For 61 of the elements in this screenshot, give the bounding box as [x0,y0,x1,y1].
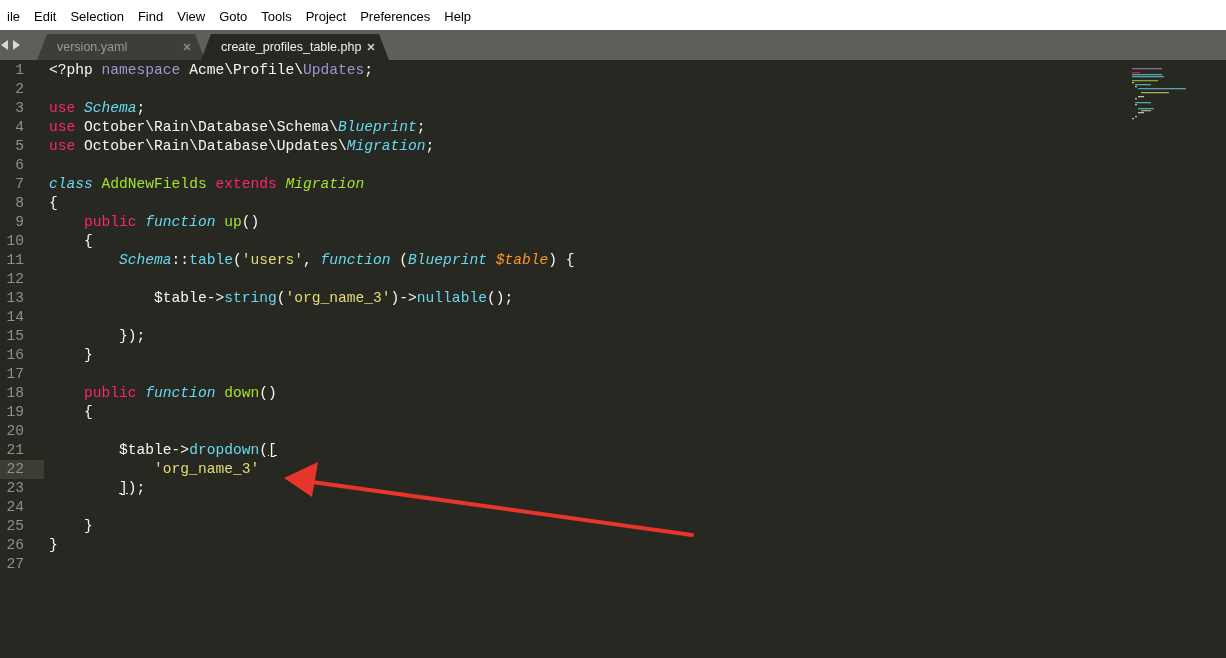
line-number: 2 [14,80,25,99]
code-line: use October\Rain\Database\Updates\Migration; [48,137,435,156]
menu-item[interactable]: Project [298,9,354,24]
close-icon[interactable] [367,43,375,51]
file-tab[interactable]: create_profiles_table.php [201,34,389,60]
line-number: 14 [5,308,25,327]
line-number: 25 [5,517,25,536]
code-line: use October\Rain\Database\Schema\Blueprint; [48,118,426,137]
code-line: } [83,346,93,365]
next-tab-icon[interactable] [12,40,20,50]
line-number: 12 [5,270,25,289]
file-tab[interactable]: version.yaml [37,34,205,60]
line-number: 18 [5,384,25,403]
menu-item[interactable]: Find [130,9,171,24]
line-number: 4 [14,118,25,137]
line-number: 10 [5,232,25,251]
line-number: 17 [5,365,25,384]
menu-item[interactable]: Goto [212,9,255,24]
line-number: 24 [5,498,25,517]
code-line: { [83,232,93,251]
menu-item[interactable]: Preferences [353,9,438,24]
line-number: 23 [5,479,25,498]
code-line: }); [118,327,146,346]
line-number: 27 [5,555,25,574]
menu-item[interactable]: Selection [63,9,131,24]
menu-item[interactable]: Tools [254,9,299,24]
code-line: class AddNewFields extends Migration [48,175,365,194]
code-line: public function down() [83,384,277,403]
code-line: } [83,517,93,536]
line-number: 19 [5,403,25,422]
previous-tab-icon[interactable] [1,40,9,50]
code-line: public function up() [83,213,260,232]
line-number: 6 [14,156,25,175]
line-number: 1 [14,61,25,80]
line-number: 7 [14,175,25,194]
line-number: 16 [5,346,25,365]
line-number: 15 [5,327,25,346]
code-line: } [48,536,58,555]
code-line: { [83,403,93,422]
line-number: 8 [14,194,25,213]
line-number: 13 [5,289,25,308]
menu-item[interactable]: Edit [27,9,64,24]
line-number: 21 [5,441,25,460]
menu-item[interactable]: Help [437,9,478,24]
code-line: $table->dropdown([ [118,441,277,460]
line-number: 20 [5,422,25,441]
code-line: 'org_name_3' [153,460,260,479]
line-number: 22 [0,460,44,479]
code-line: { [48,194,58,213]
code-line: ]); [118,479,146,498]
code-line: Schema::table('users', function (Blueprint $table) { [118,251,575,270]
line-number: 5 [14,137,25,156]
code-line: use Schema; [48,99,146,118]
code-line: <?php namespace Acme\Profile\Updates; [48,61,374,80]
code-line: $table->string('org_name_3')->nullable(); [153,289,514,308]
line-number: 11 [5,251,25,270]
line-number: 9 [14,213,25,232]
line-number: 26 [5,536,25,555]
menu-item[interactable]: View [170,9,213,24]
menu-item[interactable]: ile [0,9,27,24]
line-number: 3 [14,99,25,118]
